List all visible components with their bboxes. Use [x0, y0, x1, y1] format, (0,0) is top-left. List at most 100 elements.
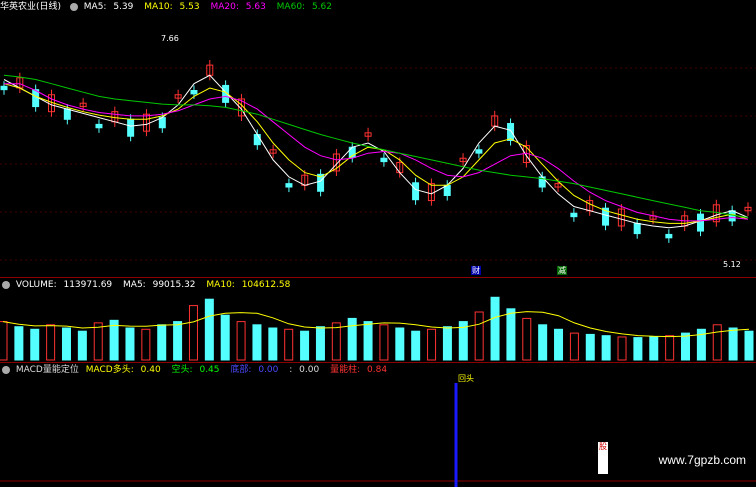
vol-ma5-value: 99015.32 — [152, 280, 196, 290]
candle-body — [697, 213, 705, 232]
volume-bar — [331, 322, 341, 361]
volume-bar — [379, 324, 389, 361]
macd-third-value: 0.00 — [258, 365, 279, 375]
ma60-label: MA60: — [276, 2, 306, 12]
volume-bar — [633, 337, 643, 361]
volume-bar — [315, 326, 325, 361]
event-tag-reduce[interactable]: 减 — [557, 266, 567, 275]
ma10-value: 5.53 — [179, 2, 200, 12]
candle-body — [380, 157, 388, 163]
macd-long-label: MACD多头: — [85, 365, 134, 375]
macd-fourth-label: : — [289, 365, 293, 375]
macd-fourth-value: 0.00 — [299, 365, 320, 375]
volume-bar — [411, 330, 421, 361]
candle-body — [412, 182, 420, 201]
volume-bar — [442, 326, 452, 361]
candle-body — [475, 149, 483, 154]
candle-body — [253, 134, 261, 146]
volume-bar — [347, 317, 357, 361]
volume-bar — [665, 335, 675, 361]
volume-bar — [125, 327, 135, 361]
price-pane: 华英农业(日线) MA5: 5.39 MA10: 5.53 MA20: 5.63… — [0, 0, 756, 277]
volume-bar — [61, 327, 71, 361]
macd-long-value: 0.40 — [140, 365, 161, 375]
macd-fifth-label: 量能柱: — [330, 365, 361, 375]
candle-body — [32, 89, 40, 108]
candle-body — [158, 117, 166, 129]
volume-bar — [252, 324, 262, 361]
ma20-label: MA20: — [210, 2, 239, 12]
settings-icon[interactable] — [69, 2, 78, 11]
series-line-ma20 — [4, 83, 749, 222]
volume-bar — [14, 326, 24, 361]
volume-bar — [681, 332, 691, 361]
candle-body — [633, 222, 641, 235]
volume-bar — [395, 327, 405, 361]
volume-bar — [188, 305, 198, 361]
site-logo: 股 — [598, 442, 608, 474]
volume-bar — [173, 321, 183, 361]
volume-value: 113971.69 — [63, 280, 113, 290]
volume-bar — [220, 314, 230, 361]
vol-ma10-value: 104612.58 — [241, 280, 291, 290]
volume-bar — [46, 324, 56, 361]
ma10-label: MA10: — [144, 2, 173, 12]
ma5-label: MA5: — [83, 2, 107, 12]
series-line-ma10 — [3, 83, 749, 224]
candle-body — [0, 85, 8, 91]
volume-bar — [554, 328, 564, 361]
volume-bar — [744, 330, 754, 361]
price-header: 华英农业(日线) MA5: 5.39 MA10: 5.53 MA20: 5.63… — [0, 0, 340, 14]
vol-ma5-label: MA5: — [123, 280, 146, 290]
watermark: www.7gpzb.com — [658, 453, 746, 467]
candle-body — [507, 123, 515, 141]
candle-body — [190, 90, 198, 95]
stock-name: 华英农业(日线) — [0, 2, 62, 12]
candle-body — [285, 183, 293, 188]
macd-title: MACD量能定位 — [15, 365, 79, 375]
settings-icon[interactable] — [2, 280, 10, 289]
volume-bar — [617, 336, 627, 361]
macd-header: MACD量能定位 MACD多头: 0.40 空头: 0.45 底部: 0.00 … — [0, 363, 395, 377]
volume-bar — [569, 332, 579, 361]
signal-label: 回头 — [458, 374, 474, 383]
volume-bar — [30, 328, 40, 361]
volume-bar — [363, 321, 373, 361]
volume-bar — [538, 324, 548, 361]
ma5-value: 5.39 — [113, 2, 134, 12]
macd-short-label: 空头: — [171, 365, 193, 375]
volume-pane: VOLUME: 113971.69 MA5: 99015.32 MA10: 10… — [0, 278, 756, 362]
volume-bar — [77, 330, 87, 361]
volume-header: VOLUME: 113971.69 MA5: 99015.32 MA10: 10… — [0, 278, 298, 292]
volume-bar — [649, 336, 659, 361]
macd-third-label: 底部: — [230, 365, 252, 375]
volume-bar — [728, 327, 738, 361]
price-chart — [0, 60, 756, 261]
volume-bar — [236, 321, 246, 361]
volume-bar — [204, 298, 214, 361]
volume-bar — [585, 333, 595, 361]
volume-bar — [427, 328, 437, 361]
settings-icon[interactable] — [2, 365, 10, 374]
volume-bar — [93, 322, 103, 361]
volume-bar — [601, 335, 611, 361]
volume-bar — [474, 311, 484, 361]
volume-bar — [522, 317, 532, 361]
macd-chart — [0, 383, 756, 487]
volume-bar — [712, 324, 722, 361]
volume-bar — [300, 330, 310, 361]
high-price-label: 7.66 — [161, 34, 179, 43]
macd-pane: MACD量能定位 MACD多头: 0.40 空头: 0.45 底部: 0.00 … — [0, 363, 756, 487]
candle-body — [127, 118, 135, 137]
volume-bar — [0, 321, 8, 361]
volume-bar — [157, 324, 167, 361]
macd-fifth-value: 0.84 — [367, 365, 388, 375]
volume-bar — [141, 328, 151, 361]
ma20-value: 5.63 — [245, 2, 266, 12]
volume-bar — [109, 319, 119, 361]
candle-body — [63, 108, 71, 120]
event-tag-finance[interactable]: 财 — [471, 266, 481, 275]
volume-title: VOLUME: — [15, 280, 57, 290]
candle-body — [665, 233, 673, 239]
volume-bar — [268, 327, 278, 361]
